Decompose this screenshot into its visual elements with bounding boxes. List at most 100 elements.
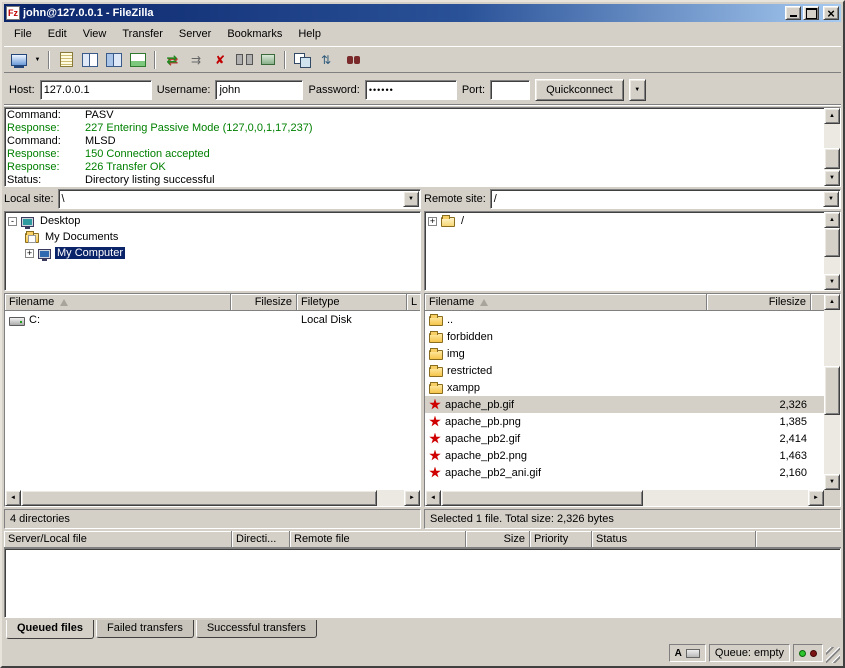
file-row[interactable]: apache_pb.gif2,326	[425, 396, 824, 413]
scroll-right-button[interactable]: ►	[404, 490, 420, 506]
password-input[interactable]	[365, 80, 457, 100]
file-row[interactable]: restricted	[425, 362, 824, 379]
scroll-left-button[interactable]: ◄	[5, 490, 21, 506]
expander-minus-icon[interactable]: -	[8, 217, 17, 226]
queue-column-header[interactable]: Status	[592, 531, 756, 548]
local-site-combo[interactable]: \	[58, 189, 421, 209]
remote-list-scrollbar[interactable]: ▲▼	[824, 294, 840, 490]
remote-list-body[interactable]: ..forbiddenimgrestrictedxamppapache_pb.g…	[425, 311, 824, 490]
menu-server[interactable]: Server	[171, 26, 219, 42]
column-header-filesize[interactable]: Filesize	[707, 294, 811, 311]
menu-bookmarks[interactable]: Bookmarks	[219, 26, 290, 42]
scroll-track[interactable]	[824, 228, 840, 274]
expander-plus-icon[interactable]: +	[25, 249, 34, 258]
file-row[interactable]: apache_pb2.gif2,414	[425, 430, 824, 447]
menu-view[interactable]: View	[75, 26, 115, 42]
log-scrollbar[interactable]: ▲▼	[824, 108, 840, 186]
site-manager-icon[interactable]	[7, 49, 31, 71]
menu-help[interactable]: Help	[290, 26, 329, 42]
file-row[interactable]: C:Local Disk	[5, 311, 420, 328]
scroll-up-button[interactable]: ▲	[824, 108, 840, 124]
remote-site-dropdown-icon[interactable]	[823, 191, 839, 207]
file-row[interactable]: forbidden	[425, 328, 824, 345]
toggle-queue-icon[interactable]	[126, 49, 150, 71]
remote-tree-scrollbar[interactable]: ▲▼	[824, 212, 840, 290]
column-header-name[interactable]: Filename	[5, 294, 231, 311]
scroll-track[interactable]	[824, 310, 840, 474]
column-header-filetype[interactable]: Filetype	[297, 294, 407, 311]
reconnect-icon[interactable]	[256, 49, 280, 71]
file-row[interactable]: apache_pb2_ani.gif2,160	[425, 464, 824, 481]
toggle-log-icon[interactable]	[54, 49, 78, 71]
file-row[interactable]: xampp	[425, 379, 824, 396]
scroll-up-button[interactable]: ▲	[824, 212, 840, 228]
scroll-track[interactable]	[824, 124, 840, 170]
scroll-track[interactable]	[441, 490, 808, 506]
resize-grip[interactable]	[826, 647, 840, 663]
maximize-button[interactable]	[803, 6, 819, 20]
queue-column-header[interactable]: Server/Local file	[4, 531, 232, 548]
local-list-body[interactable]: C:Local Disk	[5, 311, 420, 490]
file-row[interactable]: apache_pb.png1,385	[425, 413, 824, 430]
queue-column-header[interactable]: Priority	[530, 531, 592, 548]
tab-successful-transfers[interactable]: Successful transfers	[196, 620, 317, 638]
folder-icon	[429, 333, 443, 343]
find-files-icon[interactable]	[338, 49, 362, 71]
column-header-lastmod[interactable]: L	[407, 294, 420, 311]
scroll-thumb[interactable]	[441, 490, 643, 506]
scroll-track[interactable]	[21, 490, 404, 506]
scroll-up-button[interactable]: ▲	[824, 294, 840, 310]
queue-column-header[interactable]: Directi...	[232, 531, 290, 548]
cancel-icon[interactable]	[208, 49, 232, 71]
remote-list-hscrollbar[interactable]: ◄►	[425, 490, 824, 506]
menu-file[interactable]: File	[6, 26, 40, 42]
disconnect-icon[interactable]	[232, 49, 256, 71]
queue-column-header[interactable]: Remote file	[290, 531, 466, 548]
scroll-thumb[interactable]	[21, 490, 377, 506]
expander-plus-icon[interactable]: +	[428, 217, 437, 226]
window-controls	[785, 6, 839, 20]
host-input[interactable]	[40, 80, 152, 100]
tree-item[interactable]: -Desktop	[5, 213, 420, 229]
toggle-local-tree-icon[interactable]	[78, 49, 102, 71]
remote-site-combo[interactable]: /	[490, 189, 841, 209]
scroll-down-button[interactable]: ▼	[824, 474, 840, 490]
queue-column-header[interactable]: Size	[466, 531, 530, 548]
scroll-down-button[interactable]: ▼	[824, 170, 840, 186]
tree-item[interactable]: My Documents	[5, 229, 420, 245]
port-input[interactable]	[490, 80, 530, 100]
local-list-hscrollbar[interactable]: ◄►	[5, 490, 420, 506]
queue-body[interactable]	[4, 548, 841, 618]
scroll-thumb[interactable]	[824, 366, 840, 415]
scroll-right-button[interactable]: ►	[808, 490, 824, 506]
file-row[interactable]: img	[425, 345, 824, 362]
process-queue-icon[interactable]	[184, 49, 208, 71]
quickconnect-dropdown-button[interactable]	[629, 79, 646, 101]
close-button[interactable]	[823, 6, 839, 20]
refresh-icon[interactable]	[160, 49, 184, 71]
scroll-left-button[interactable]: ◄	[425, 490, 441, 506]
file-row[interactable]: apache_pb2.png1,463	[425, 447, 824, 464]
column-header-filesize[interactable]: Filesize	[231, 294, 297, 311]
menu-transfer[interactable]: Transfer	[114, 26, 171, 42]
tab-queued-files[interactable]: Queued files	[6, 620, 94, 639]
scroll-thumb[interactable]	[824, 228, 840, 257]
username-input[interactable]	[215, 80, 303, 100]
menu-edit[interactable]: Edit	[40, 26, 75, 42]
column-header-name[interactable]: Filename	[425, 294, 707, 311]
scroll-down-button[interactable]: ▼	[824, 274, 840, 290]
tree-item[interactable]: +/	[425, 213, 824, 229]
minimize-button[interactable]	[785, 6, 801, 20]
tab-failed-transfers[interactable]: Failed transfers	[96, 620, 194, 638]
local-site-dropdown-icon[interactable]	[403, 191, 419, 207]
site-manager-dropdown-icon[interactable]	[31, 49, 44, 71]
dir-compare-icon[interactable]	[290, 49, 314, 71]
column-header-filler	[756, 531, 841, 548]
tree-item[interactable]: +My Computer	[5, 245, 420, 261]
sync-browse-icon[interactable]	[314, 49, 338, 71]
toggle-remote-tree-icon[interactable]	[102, 49, 126, 71]
title-bar[interactable]: Fz john@127.0.0.1 - FileZilla	[4, 4, 841, 22]
scroll-thumb[interactable]	[824, 148, 840, 169]
file-row[interactable]: ..	[425, 311, 824, 328]
quickconnect-button[interactable]: Quickconnect	[535, 79, 624, 101]
